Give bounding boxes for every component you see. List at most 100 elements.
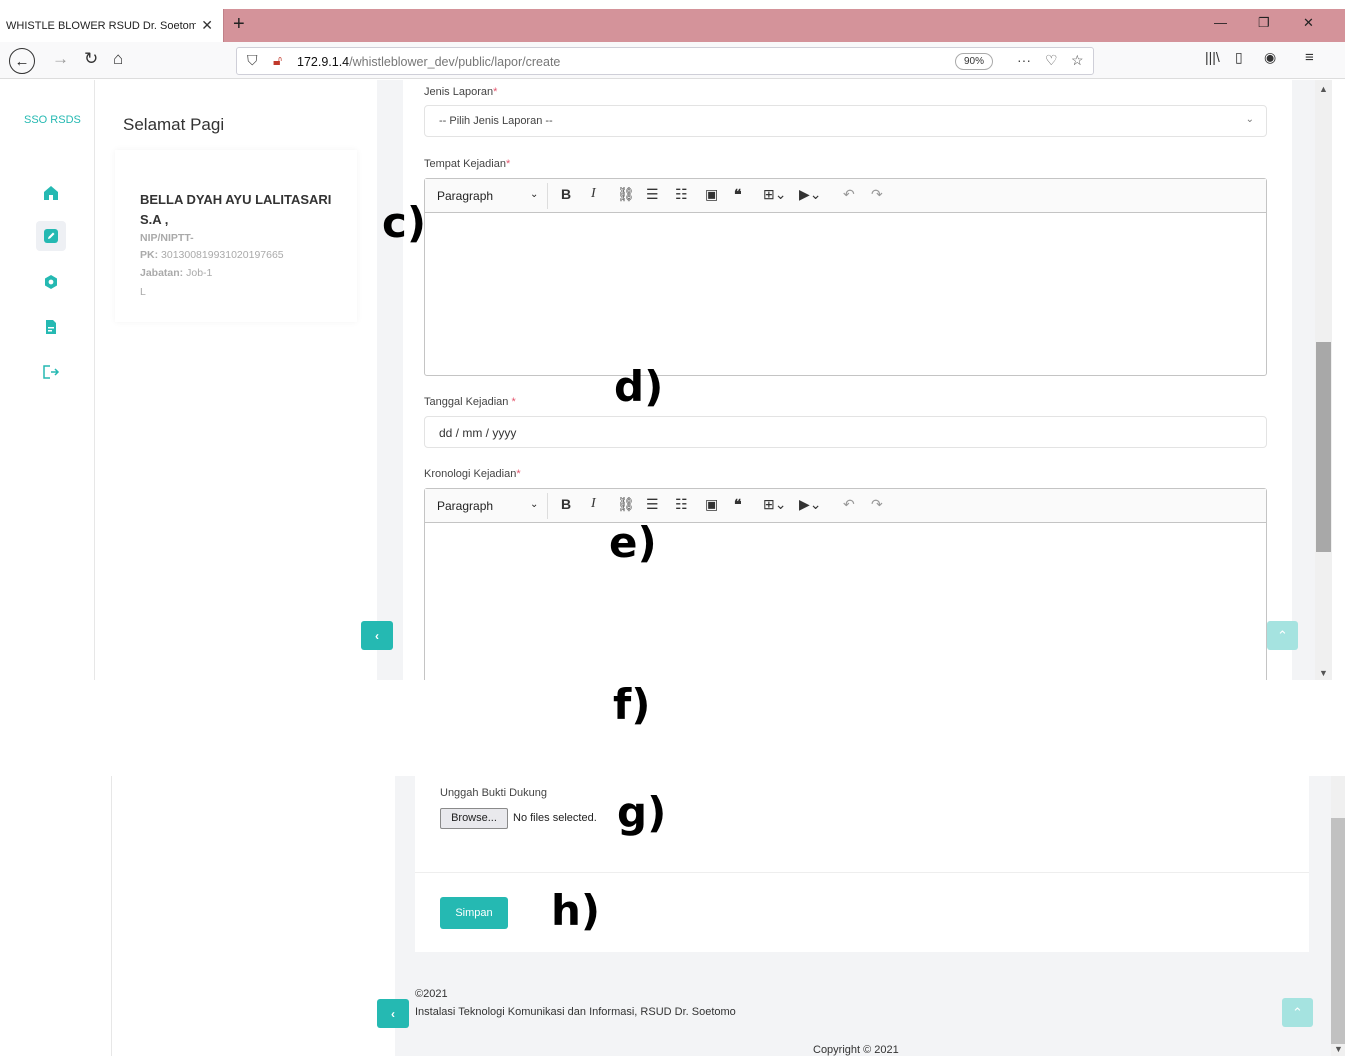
scrollbar-thumb[interactable] [1316, 342, 1331, 552]
scroll-down-icon[interactable]: ▼ [1334, 1044, 1343, 1054]
scrollbar-thumb[interactable] [1331, 818, 1345, 1044]
page-scrollbar[interactable]: ▼ [1331, 776, 1345, 1056]
profile-pk: PK: 3013008199310201976​65 [140, 249, 284, 261]
annotation-f: f) [613, 680, 651, 729]
browser-navbar: ← → ↻ ⌂ ⛉ 🔓︎ 172.9.1.4/whistleblower_dev… [0, 42, 1345, 79]
image-icon[interactable]: ▣ [705, 186, 718, 203]
bold-icon[interactable]: B [561, 186, 571, 202]
sidebar-collapse-button[interactable]: ‹ [377, 999, 409, 1028]
kronologi-kejadian-editor[interactable]: Paragraph ⌄ B I ⛓ ☰ ☷ ▣ ❝ ⊞⌄ ▶⌄ ↶ ↷ [424, 488, 1267, 680]
numbered-list-icon[interactable]: ☷ [675, 496, 688, 513]
sidebar-item-status[interactable] [36, 267, 66, 297]
restore-icon[interactable]: ❐ [1258, 15, 1270, 31]
bullet-list-icon[interactable]: ☰ [646, 496, 659, 513]
sidebar-toggle-icon[interactable]: ▯ [1235, 49, 1243, 66]
page-bottom-section: Unggah Bukti Dukung Browse... No files s… [0, 776, 1345, 1056]
italic-icon[interactable]: I [591, 186, 596, 202]
footer-copyright: Copyright © 2021 [813, 1044, 899, 1056]
brand-link[interactable]: SSO RSDS [24, 114, 81, 126]
scroll-down-icon[interactable]: ▼ [1319, 668, 1328, 678]
sidebar: SSO RSDS [0, 80, 95, 680]
sidebar-item-logout[interactable] [36, 357, 66, 387]
tanggal-kejadian-label: Tanggal Kejadian * [424, 396, 516, 408]
url-bar[interactable]: ⛉ 🔓︎ 172.9.1.4/whistleblower_dev/public/… [236, 47, 1094, 75]
back-button[interactable]: ← [9, 48, 35, 74]
menu-icon[interactable]: ≡ [1305, 49, 1314, 66]
simpan-button[interactable]: Simpan [440, 897, 508, 929]
page-top-section: SSO RSDS Selamat Pagi BELLA DYAH AYU LAL… [0, 80, 1345, 680]
tempat-kejadian-editor[interactable]: Paragraph ⌄ B I ⛓ ☰ ☷ ▣ ❝ ⊞⌄ ▶⌄ ↶ ↷ [424, 178, 1267, 376]
window-close-icon[interactable]: ✕ [1303, 15, 1314, 31]
sidebar [0, 776, 112, 1056]
document-icon [46, 320, 56, 334]
quote-icon[interactable]: ❝ [734, 186, 742, 203]
chevron-down-icon[interactable]: ⌄ [530, 189, 538, 200]
annotation-e: e) [609, 518, 657, 567]
profile-extra: L [140, 286, 146, 298]
quote-icon[interactable]: ❝ [734, 496, 742, 513]
footer-year: ©2021 [415, 988, 448, 1000]
undo-icon[interactable]: ↶ [843, 186, 855, 203]
reload-icon[interactable]: ↻ [84, 49, 98, 69]
account-icon[interactable]: ◉ [1264, 49, 1276, 66]
numbered-list-icon[interactable]: ☷ [675, 186, 688, 203]
bookmark-star-icon[interactable]: ☆ [1071, 52, 1084, 69]
library-icon[interactable]: |||\ [1205, 49, 1220, 65]
link-icon[interactable]: ⛓ [617, 186, 635, 203]
tempat-kejadian-label: Tempat Kejadian* [424, 158, 511, 170]
annotation-g: g) [617, 788, 667, 837]
annotation-c: c) [382, 198, 427, 247]
browse-button[interactable]: Browse... [440, 808, 508, 829]
zoom-level[interactable]: 90% [955, 53, 993, 70]
scroll-to-top-button[interactable]: ⌃ [1282, 998, 1313, 1027]
sidebar-item-home[interactable] [36, 178, 66, 208]
chevron-down-icon[interactable]: ⌄ [530, 499, 538, 510]
tab-close-icon[interactable]: ✕ [201, 17, 213, 34]
forward-icon[interactable]: → [52, 49, 69, 69]
media-icon[interactable]: ▶⌄ [799, 496, 822, 513]
image-icon[interactable]: ▣ [705, 496, 718, 513]
upload-label: Unggah Bukti Dukung [440, 787, 548, 799]
kronologi-kejadian-label: Kronologi Kejadian* [424, 468, 521, 480]
redo-icon[interactable]: ↷ [871, 186, 883, 203]
page-scrollbar[interactable]: ▲ ▼ [1315, 80, 1332, 680]
redo-icon[interactable]: ↷ [871, 496, 883, 513]
tab-title: WHISTLE BLOWER RSUD Dr. Soetomo [6, 19, 196, 32]
pocket-icon[interactable]: ♡ [1045, 52, 1058, 69]
sidebar-item-lapor[interactable] [36, 221, 66, 251]
sidebar-collapse-button[interactable]: ‹ [361, 621, 393, 650]
scroll-to-top-button[interactable]: ⌃ [1267, 621, 1298, 650]
home-browser-icon[interactable]: ⌂ [113, 49, 123, 69]
link-icon[interactable]: ⛓ [617, 496, 635, 513]
tanggal-kejadian-input[interactable]: dd / mm / yyyy [424, 416, 1267, 448]
browser-tab-bar: WHISTLE BLOWER RSUD Dr. Soetomo ✕ + — ❐ … [0, 9, 1345, 42]
media-icon[interactable]: ▶⌄ [799, 186, 822, 203]
new-tab-button[interactable]: + [233, 13, 245, 36]
table-icon[interactable]: ⊞⌄ [763, 496, 786, 513]
paragraph-dropdown[interactable]: Paragraph [437, 189, 493, 203]
jenis-laporan-value: -- Pilih Jenis Laporan -- [439, 115, 553, 127]
profile-card: BELLA DYAH AYU LALITASARI S.A , NIP/NIPT… [115, 150, 357, 322]
shield-icon[interactable]: ⛉ [247, 52, 258, 69]
footer-org: Instalasi Teknologi Komunikasi dan Infor… [415, 1006, 736, 1018]
insecure-lock-icon[interactable]: 🔓︎ [273, 52, 282, 69]
minimize-icon[interactable]: — [1214, 15, 1227, 30]
form-card: Jenis Laporan* -- Pilih Jenis Laporan --… [403, 80, 1292, 680]
scroll-up-icon[interactable]: ▲ [1319, 84, 1328, 94]
sidebar-item-report[interactable] [36, 312, 66, 342]
logout-icon [43, 365, 60, 379]
undo-icon[interactable]: ↶ [843, 496, 855, 513]
file-status: No files selected. [513, 812, 597, 824]
jenis-laporan-select[interactable]: -- Pilih Jenis Laporan -- ⌄ [424, 105, 1267, 137]
paragraph-dropdown[interactable]: Paragraph [437, 499, 493, 513]
hexagon-icon [45, 275, 57, 289]
url-text[interactable]: 172.9.1.4/whistleblower_dev/public/lapor… [297, 55, 560, 69]
profile-jabatan: Jabatan: Job-1 [140, 267, 213, 279]
bold-icon[interactable]: B [561, 496, 571, 512]
page-actions-icon[interactable]: ··· [1017, 52, 1031, 68]
bullet-list-icon[interactable]: ☰ [646, 186, 659, 203]
table-icon[interactable]: ⊞⌄ [763, 186, 786, 203]
browser-tab[interactable]: WHISTLE BLOWER RSUD Dr. Soetomo ✕ [0, 9, 224, 42]
annotation-d: d) [614, 362, 664, 411]
italic-icon[interactable]: I [591, 496, 596, 512]
